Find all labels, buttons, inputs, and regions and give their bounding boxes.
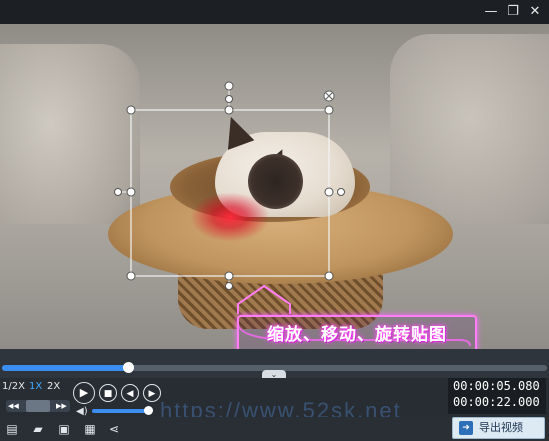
save-icon[interactable]: ▣	[56, 421, 72, 437]
restore-button[interactable]: ❐	[504, 3, 522, 21]
close-button[interactable]: ✕	[526, 3, 544, 21]
play-button[interactable]: ▶	[73, 382, 95, 404]
selection-box	[130, 109, 330, 277]
volume-icon[interactable]: ◀)	[76, 406, 88, 417]
current-time: 00:00:05.080	[453, 379, 540, 393]
scrubber-handle[interactable]	[123, 362, 135, 373]
speed-slider-knob[interactable]	[26, 400, 50, 412]
next-frame-button[interactable]: ▶	[143, 384, 161, 402]
bottom-toolbar: ▤ ▰ ▣ ▦ ⋖ ➜ 导出视频	[0, 417, 549, 441]
rotate-handle	[224, 81, 234, 91]
resize-handle-left	[126, 187, 136, 197]
export-icon: ➜	[459, 421, 473, 435]
export-video-button[interactable]: ➜ 导出视频	[452, 417, 545, 439]
time-display: 00:00:05.080 00:00:22.000	[448, 378, 546, 414]
stop-button[interactable]: ■	[99, 384, 117, 402]
title-bar: — ❐ ✕	[0, 0, 549, 24]
right-handle-outer	[337, 188, 345, 196]
save-as-icon[interactable]: ▦	[82, 421, 98, 437]
resize-handle-bottom-right	[324, 271, 334, 281]
open-folder-icon[interactable]: ▰	[30, 421, 46, 437]
volume-slider-knob[interactable]	[144, 406, 153, 415]
resize-handle-top-left	[126, 105, 136, 115]
resize-handle-right	[324, 187, 334, 197]
caption-text: 缩放、移动、旋转贴图	[267, 325, 447, 345]
move-handle-bottom	[225, 282, 233, 290]
video-preview[interactable]: 缩放、移动、旋转贴图	[0, 24, 549, 349]
annotation-caption: 缩放、移动、旋转贴图	[237, 315, 477, 349]
speed-half-button[interactable]: 1/2X	[2, 381, 25, 392]
new-project-icon[interactable]: ▤	[4, 421, 20, 437]
transform-overlay	[114, 81, 471, 347]
speed-slower-icon[interactable]: ◀◀	[8, 400, 19, 412]
share-icon[interactable]: ⋖	[106, 421, 122, 437]
timeline-scrubber[interactable]: ⌄	[0, 349, 549, 379]
scrubber-progress	[2, 365, 129, 371]
speed-faster-icon[interactable]: ▶▶	[56, 400, 67, 412]
left-handle-outer	[114, 188, 122, 196]
speed-normal-button[interactable]: 1X	[29, 381, 42, 392]
rotate-handle-inner	[225, 95, 233, 103]
speed-double-button[interactable]: 2X	[47, 381, 60, 392]
previous-frame-button[interactable]: ◀	[121, 384, 139, 402]
resize-handle-top-right	[324, 105, 334, 115]
export-video-label: 导出视频	[479, 421, 523, 434]
volume-slider[interactable]	[92, 406, 153, 415]
total-time: 00:00:22.000	[453, 395, 540, 409]
speed-slider[interactable]: ◀◀ ▶▶	[6, 400, 70, 412]
minimize-button[interactable]: —	[482, 3, 500, 21]
resize-handle-top	[224, 105, 234, 115]
resize-handle-bottom	[224, 271, 234, 281]
caption-arrow-up	[237, 284, 291, 314]
resize-handle-bottom-left	[126, 271, 136, 281]
